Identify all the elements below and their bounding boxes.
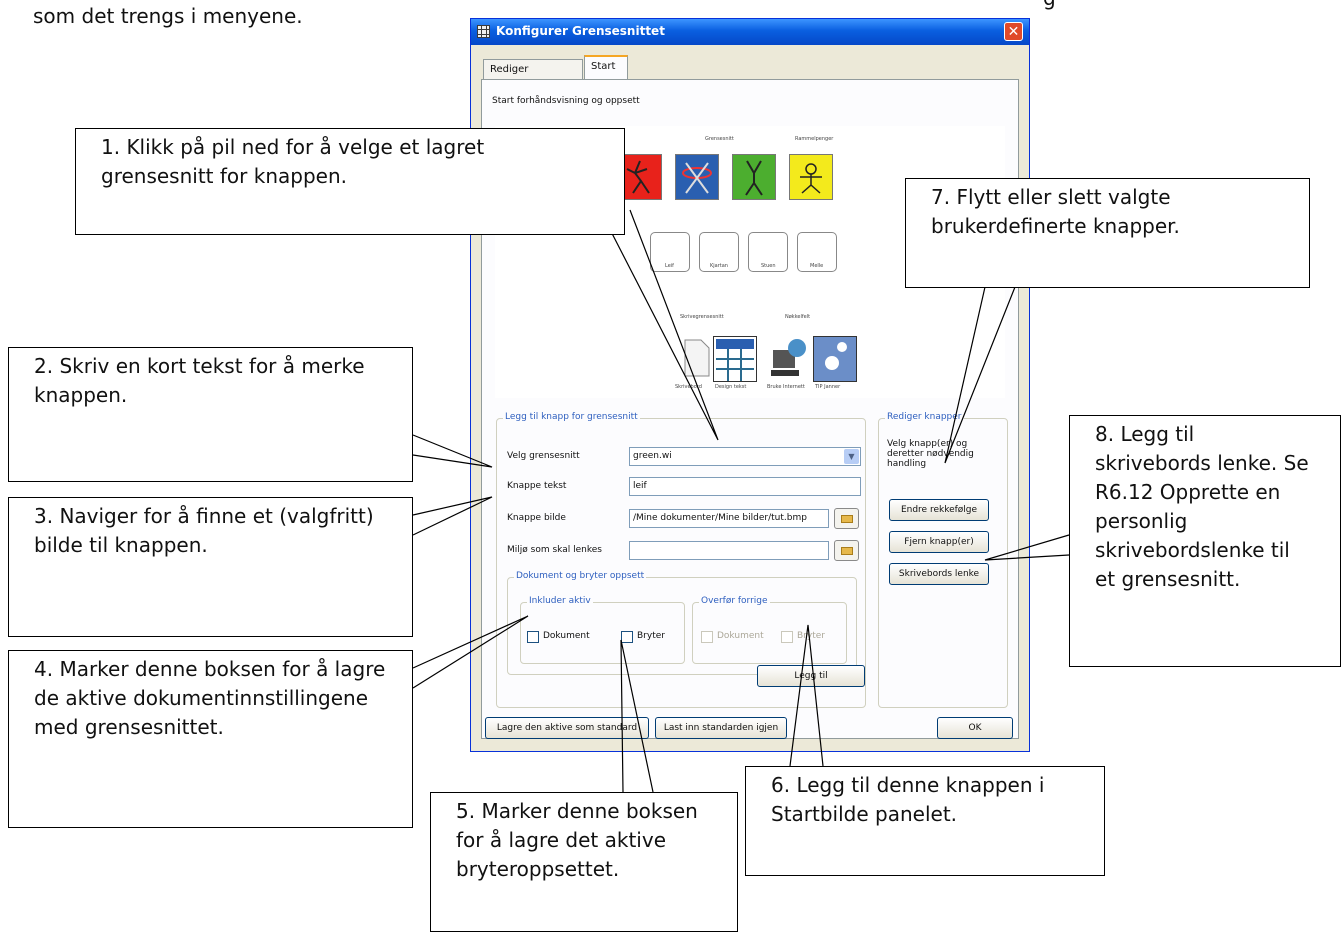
callout-2: 2. Skriv en kort tekst for å merke knapp… bbox=[8, 347, 413, 482]
callout-2-pointer bbox=[412, 434, 493, 468]
callout-6: 6. Legg til denne knappen i Startbilde p… bbox=[745, 766, 1105, 876]
callout-5: 5. Marker denne boksen for å lagre det a… bbox=[430, 792, 738, 932]
callout-7-pointer bbox=[944, 286, 1016, 464]
callout-6-pointer bbox=[789, 624, 824, 767]
callout-1: 1. Klikk på pil ned for å velge et lagre… bbox=[75, 128, 625, 235]
callout-1-pointer bbox=[599, 209, 719, 441]
callout-4-pointer bbox=[412, 615, 529, 689]
callout-4: 4. Marker denne boksen for å lagre de ak… bbox=[8, 650, 413, 828]
callout-8-pointer bbox=[984, 534, 1070, 561]
callout-3: 3. Naviger for å finne et (valgfritt) bi… bbox=[8, 497, 413, 637]
callout-8: 8. Legg til skrivebords lenke. Se R6.12 … bbox=[1069, 415, 1341, 667]
callout-3-pointer bbox=[412, 496, 493, 536]
callout-5-pointer bbox=[620, 639, 654, 793]
callout-7: 7. Flytt eller slett valgte brukerdefine… bbox=[905, 178, 1310, 288]
